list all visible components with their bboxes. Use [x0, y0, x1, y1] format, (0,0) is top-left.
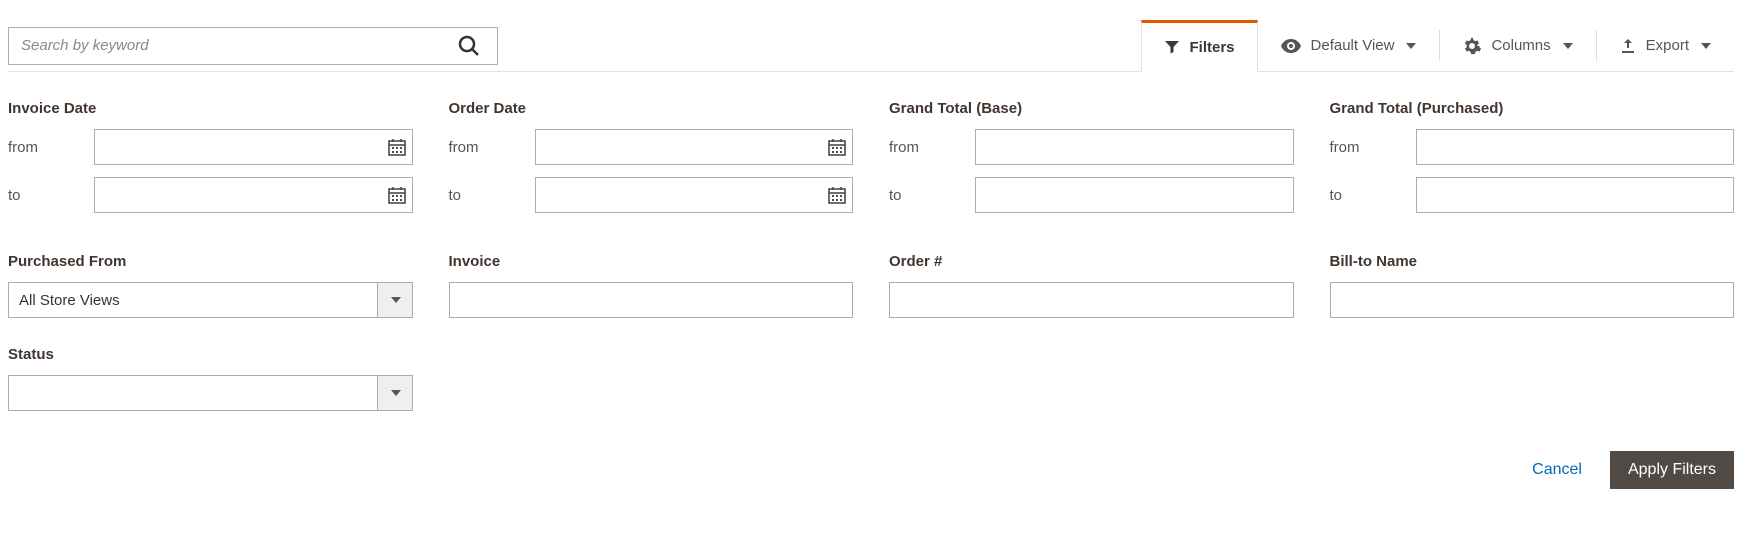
caret-down-icon: [1701, 43, 1711, 49]
filter-grand-total-base: Grand Total (Base) from to: [889, 100, 1294, 225]
filters-button[interactable]: Filters: [1141, 20, 1258, 72]
filters-panel: Invoice Date from to: [8, 72, 1734, 489]
toolbar-actions: Filters Default View Columns: [1141, 20, 1735, 71]
filter-grand-total-purchased: Grand Total (Purchased) from to: [1330, 100, 1735, 225]
search-box: [8, 27, 498, 65]
filter-title: Bill-to Name: [1330, 253, 1735, 270]
cancel-button[interactable]: Cancel: [1532, 461, 1582, 479]
columns-label: Columns: [1491, 37, 1550, 54]
calendar-icon[interactable]: [387, 137, 407, 157]
search-icon[interactable]: [457, 34, 497, 58]
default-view-button[interactable]: Default View: [1258, 20, 1440, 71]
columns-button[interactable]: Columns: [1440, 20, 1595, 71]
filter-title: Invoice: [449, 253, 854, 270]
from-label: from: [8, 139, 94, 156]
caret-down-icon: [1563, 43, 1573, 49]
from-label: from: [889, 139, 975, 156]
default-view-label: Default View: [1311, 37, 1395, 54]
invoice-input[interactable]: [449, 282, 854, 318]
filter-title: Status: [8, 346, 413, 363]
toolbar: Filters Default View Columns: [8, 20, 1734, 72]
filters-label: Filters: [1190, 39, 1235, 56]
order-date-to-input[interactable]: [535, 177, 854, 213]
from-label: from: [449, 139, 535, 156]
order-date-from-input[interactable]: [535, 129, 854, 165]
caret-down-icon: [1406, 43, 1416, 49]
filter-title: Order #: [889, 253, 1294, 270]
filter-actions: Cancel Apply Filters: [8, 451, 1734, 489]
export-label: Export: [1646, 37, 1689, 54]
grand-total-base-from-input[interactable]: [975, 129, 1294, 165]
purchased-from-select[interactable]: All Store Views: [8, 282, 413, 318]
filter-invoice-date: Invoice Date from to: [8, 100, 413, 225]
filter-order-number: Order #: [889, 253, 1294, 318]
select-toggle[interactable]: [377, 375, 413, 411]
caret-down-icon: [391, 390, 401, 396]
grand-total-purchased-from-input[interactable]: [1416, 129, 1735, 165]
caret-down-icon: [391, 297, 401, 303]
select-value: [8, 375, 377, 411]
to-label: to: [8, 187, 94, 204]
export-icon: [1620, 38, 1636, 54]
eye-icon: [1281, 39, 1301, 53]
to-label: to: [1330, 187, 1416, 204]
grand-total-purchased-to-input[interactable]: [1416, 177, 1735, 213]
select-value: All Store Views: [8, 282, 377, 318]
calendar-icon[interactable]: [827, 137, 847, 157]
to-label: to: [449, 187, 535, 204]
filter-bill-to-name: Bill-to Name: [1330, 253, 1735, 318]
filter-title: Grand Total (Purchased): [1330, 100, 1735, 117]
to-label: to: [889, 187, 975, 204]
status-select[interactable]: [8, 375, 413, 411]
filter-status: Status: [8, 346, 413, 411]
bill-to-name-input[interactable]: [1330, 282, 1735, 318]
filter-title: Order Date: [449, 100, 854, 117]
funnel-icon: [1164, 39, 1180, 55]
filter-order-date: Order Date from to: [449, 100, 854, 225]
invoice-date-from-input[interactable]: [94, 129, 413, 165]
grand-total-base-to-input[interactable]: [975, 177, 1294, 213]
calendar-icon[interactable]: [387, 185, 407, 205]
from-label: from: [1330, 139, 1416, 156]
apply-filters-button[interactable]: Apply Filters: [1610, 451, 1734, 489]
filter-title: Purchased From: [8, 253, 413, 270]
filter-purchased-from: Purchased From All Store Views: [8, 253, 413, 318]
filter-invoice: Invoice: [449, 253, 854, 318]
select-toggle[interactable]: [377, 282, 413, 318]
order-number-input[interactable]: [889, 282, 1294, 318]
export-button[interactable]: Export: [1597, 20, 1734, 71]
filter-title: Invoice Date: [8, 100, 413, 117]
invoice-date-to-input[interactable]: [94, 177, 413, 213]
gear-icon: [1463, 37, 1481, 55]
search-input[interactable]: [9, 28, 457, 64]
calendar-icon[interactable]: [827, 185, 847, 205]
filter-title: Grand Total (Base): [889, 100, 1294, 117]
